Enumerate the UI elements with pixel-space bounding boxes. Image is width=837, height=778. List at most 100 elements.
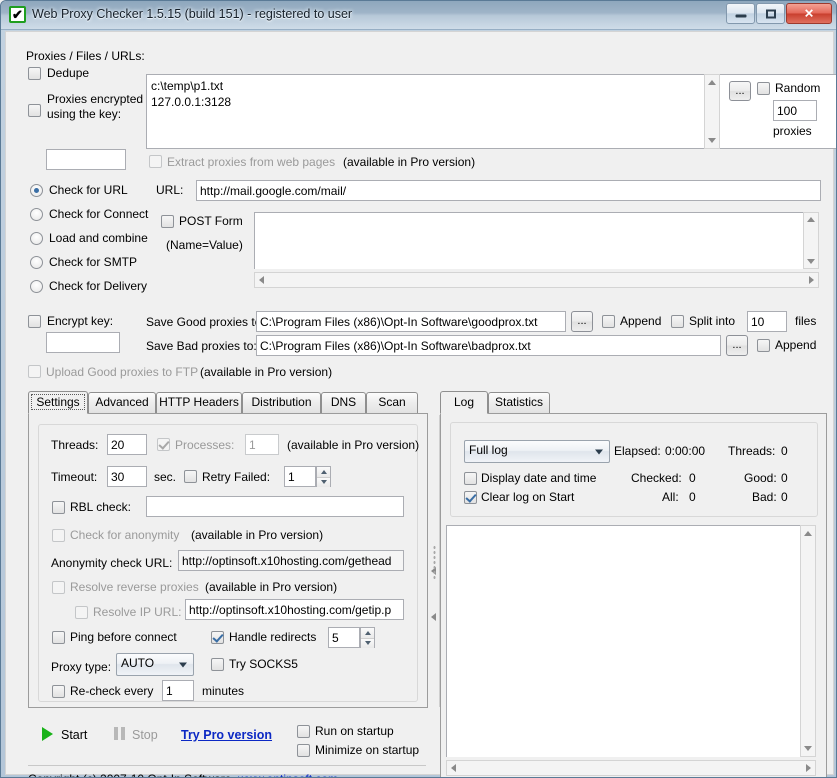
url-input[interactable] xyxy=(196,180,821,201)
rbl-check-input[interactable] xyxy=(146,496,404,517)
display-date-checkbox[interactable] xyxy=(464,472,477,485)
encrypt-key-checkbox[interactable] xyxy=(28,315,41,328)
bad-append-checkbox[interactable] xyxy=(757,339,770,352)
tab-settings[interactable]: Settings xyxy=(28,391,88,414)
chevron-down-icon xyxy=(595,449,603,454)
save-bad-path-input[interactable] xyxy=(256,335,721,356)
resolve-reverse-checkbox xyxy=(52,581,65,594)
dedupe-checkbox[interactable] xyxy=(28,67,41,80)
radio-check-for-delivery[interactable] xyxy=(30,280,43,293)
recheck-every-checkbox[interactable] xyxy=(52,685,65,698)
random-checkbox[interactable] xyxy=(757,82,770,95)
retry-failed-spinner[interactable] xyxy=(316,466,331,487)
threads-stat-label: Threads: xyxy=(728,444,775,458)
try-socks5-checkbox[interactable] xyxy=(211,658,224,671)
post-form-label: POST Form xyxy=(179,214,243,228)
radio-label-check-for-delivery: Check for Delivery xyxy=(49,279,147,293)
recheck-minutes-input[interactable] xyxy=(162,680,194,701)
proxy-type-value: AUTO xyxy=(121,656,154,670)
maximize-button[interactable] xyxy=(756,3,785,24)
encrypt-key-input[interactable] xyxy=(46,332,120,353)
retry-failed-input[interactable] xyxy=(284,466,316,487)
upload-ftp-label: Upload Good proxies to FTP xyxy=(46,365,198,379)
tab-distribution[interactable]: Distribution xyxy=(242,392,321,413)
url-label: URL: xyxy=(156,183,183,197)
tab-log-label: Log xyxy=(454,395,474,409)
log-filter-select[interactable]: Full log xyxy=(464,440,610,463)
run-on-startup-checkbox[interactable] xyxy=(297,725,310,738)
close-button[interactable]: ✕ xyxy=(786,3,832,24)
radio-check-for-connect[interactable] xyxy=(30,208,43,221)
random-count-input[interactable] xyxy=(773,100,817,121)
split-files-word: files xyxy=(795,314,816,328)
all-label: All: xyxy=(662,490,679,504)
retry-failed-checkbox[interactable] xyxy=(184,470,197,483)
radio-label-check-for-smtp: Check for SMTP xyxy=(49,255,137,269)
split-into-checkbox[interactable] xyxy=(671,315,684,328)
log-output-textarea[interactable] xyxy=(446,525,801,757)
good-append-checkbox[interactable] xyxy=(602,315,615,328)
processes-note: (available in Pro version) xyxy=(287,438,419,452)
radio-check-for-smtp[interactable] xyxy=(30,256,43,269)
save-good-label: Save Good proxies to: xyxy=(146,315,265,329)
threads-input[interactable] xyxy=(107,434,147,455)
proxy-type-select[interactable]: AUTO xyxy=(116,653,194,676)
save-good-path-input[interactable] xyxy=(256,311,566,332)
handle-redirects-checkbox[interactable] xyxy=(211,631,224,644)
recheck-minutes-label: minutes xyxy=(202,684,244,698)
start-button[interactable]: Start xyxy=(61,728,87,742)
post-form-checkbox[interactable] xyxy=(161,215,174,228)
post-form-textarea[interactable] xyxy=(254,212,804,269)
proxy-type-label: Proxy type: xyxy=(51,660,111,674)
chevron-down-icon xyxy=(179,662,187,667)
resolve-ip-url-input[interactable] xyxy=(185,599,404,620)
radio-check-for-url[interactable] xyxy=(30,184,43,197)
resolve-ip-checkbox xyxy=(75,606,88,619)
minimize-button[interactable] xyxy=(726,3,755,24)
encryption-key-input[interactable] xyxy=(46,149,126,170)
left-tab-strip: Settings Advanced HTTP Headers Distribut… xyxy=(28,392,428,413)
tab-advanced-label: Advanced xyxy=(95,395,148,409)
handle-redirects-input[interactable] xyxy=(328,627,360,648)
extract-proxies-label: Extract proxies from web pages xyxy=(167,155,335,169)
post-form-vscrollbar[interactable] xyxy=(803,212,819,269)
anonymity-url-input[interactable] xyxy=(178,550,404,571)
minimize-on-startup-checkbox[interactable] xyxy=(297,744,310,757)
resolve-reverse-note: (available in Pro version) xyxy=(205,580,337,594)
stop-button: Stop xyxy=(132,728,158,742)
copyright-text: Copyright (c) 2007-10 Opt-In Software xyxy=(28,772,231,778)
log-output-vscrollbar[interactable] xyxy=(800,525,816,757)
elapsed-value: 0:00:00 xyxy=(665,444,705,458)
browse-proxies-button[interactable]: ... xyxy=(729,81,751,101)
split-count-input[interactable] xyxy=(747,311,787,332)
browse-bad-button[interactable]: ... xyxy=(726,335,748,356)
all-value: 0 xyxy=(689,490,696,504)
bad-value: 0 xyxy=(781,490,788,504)
extract-proxies-note: (available in Pro version) xyxy=(343,155,475,169)
tab-log[interactable]: Log xyxy=(440,391,488,414)
tab-scan[interactable]: Scan xyxy=(366,392,418,413)
tab-http-headers[interactable]: HTTP Headers xyxy=(156,392,242,413)
timeout-input[interactable] xyxy=(107,466,147,487)
proxies-list-scrollbar[interactable] xyxy=(704,74,720,149)
log-output-hscrollbar[interactable] xyxy=(446,760,816,776)
tab-dns[interactable]: DNS xyxy=(321,392,366,413)
handle-redirects-spinner[interactable] xyxy=(360,627,375,648)
ping-before-connect-checkbox[interactable] xyxy=(52,631,65,644)
tab-statistics[interactable]: Statistics xyxy=(488,392,550,413)
browse-good-button[interactable]: ... xyxy=(571,311,593,332)
good-value: 0 xyxy=(781,471,788,485)
close-icon: ✕ xyxy=(804,8,814,19)
website-link[interactable]: www.optinsoft.com xyxy=(238,772,338,778)
radio-load-and-combine[interactable] xyxy=(30,232,43,245)
try-pro-version-link[interactable]: Try Pro version xyxy=(181,728,272,742)
clear-log-label: Clear log on Start xyxy=(481,490,574,504)
radio-label-check-for-url: Check for URL xyxy=(49,183,128,197)
rbl-check-checkbox[interactable] xyxy=(52,501,65,514)
timeout-sec-label: sec. xyxy=(154,470,176,484)
proxies-encrypted-checkbox[interactable] xyxy=(28,104,41,117)
tab-advanced[interactable]: Advanced xyxy=(88,392,156,413)
clear-log-checkbox[interactable] xyxy=(464,491,477,504)
post-form-hscrollbar[interactable] xyxy=(254,272,819,288)
split-into-label: Split into xyxy=(689,314,735,328)
